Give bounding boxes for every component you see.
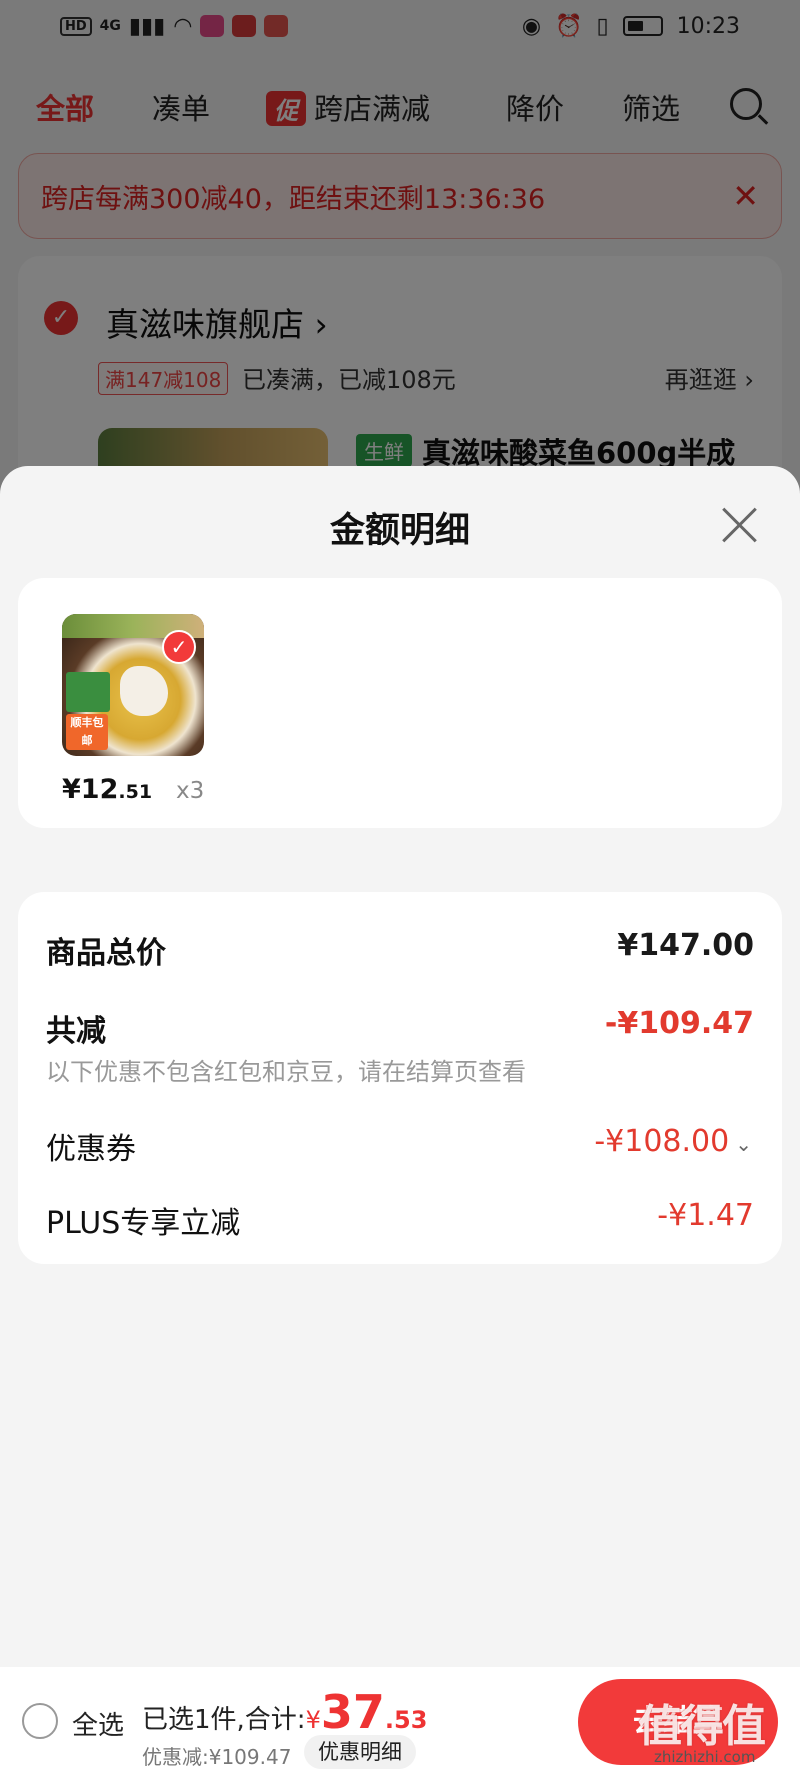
package-label [66, 672, 110, 712]
discount-note: 以下优惠不包含红包和京豆，请在结算页查看 [46, 1058, 526, 1086]
plus-label: PLUS专享立减 [46, 1206, 241, 1241]
checkmark-icon: ✓ [162, 630, 196, 664]
chevron-down-icon: ⌄ [735, 1132, 752, 1156]
discount-summary: 优惠减:¥109.47 [142, 1745, 292, 1769]
coupon-row[interactable]: -¥108.00 ⌄ [594, 1124, 752, 1159]
amount-detail-sheet: 金额明细 顺丰包邮 ✓ ¥12.51 x3 商品总价 ¥147.00 共减 -¥… [0, 466, 800, 1777]
discount-label: 共减 [46, 1014, 106, 1049]
coupon-value: -¥108.00 [594, 1124, 730, 1159]
items-card: 顺丰包邮 ✓ ¥12.51 x3 [18, 578, 782, 828]
total-amount: 37 [320, 1685, 385, 1739]
product-image: 顺丰包邮 ✓ [62, 614, 204, 756]
item-price: ¥12.51 [62, 774, 153, 805]
total-summary: 已选1件,合计:¥37.53 [142, 1685, 427, 1739]
select-all-label[interactable]: 全选 [72, 1705, 124, 1742]
fish-decoration [120, 666, 168, 716]
item-quantity: x3 [176, 778, 205, 804]
discount-detail-button[interactable]: 优惠明细 [304, 1735, 416, 1769]
close-icon[interactable] [720, 504, 760, 544]
currency-symbol: ¥ [305, 1706, 321, 1734]
total-value: ¥147.00 [617, 928, 754, 963]
plus-value: -¥1.47 [657, 1198, 754, 1233]
selected-count: 已选1件,合计: [142, 1705, 306, 1735]
watermark-logo: 值得值 [638, 1701, 766, 1752]
total-decimal: .53 [384, 1706, 428, 1734]
select-all-radio[interactable] [22, 1703, 58, 1739]
watermark-url: zhizhizhi.com [654, 1748, 756, 1766]
price-detail-card: 商品总价 ¥147.00 共减 -¥109.47 以下优惠不包含红包和京豆，请在… [18, 892, 782, 1264]
sheet-title: 金额明细 [329, 511, 470, 551]
coupon-label: 优惠券 [46, 1132, 136, 1167]
total-label: 商品总价 [46, 936, 166, 971]
discount-value: -¥109.47 [604, 1006, 754, 1041]
shipping-label: 顺丰包邮 [66, 714, 108, 750]
